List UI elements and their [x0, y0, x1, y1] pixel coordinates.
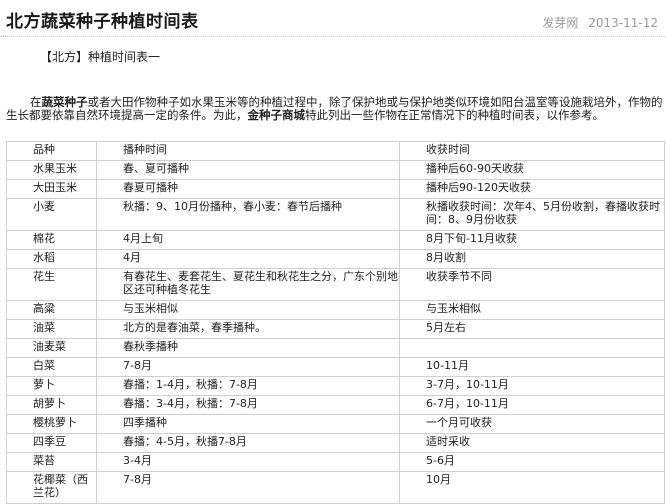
cell-variety: 菜苔	[6, 452, 97, 472]
article-meta: 发芽网 2013-11-12	[542, 14, 658, 31]
cell-variety: 白菜	[6, 357, 97, 377]
table-row: 四季豆 春播：4-5月，秋播7-8月 适时采收	[6, 433, 665, 453]
cell-harvest-time: 8月下旬-11月收获	[399, 230, 665, 250]
cell-harvest-time: 与玉米相似	[399, 300, 665, 320]
cell-harvest-time: 一个月可收获	[399, 414, 665, 434]
intro-highlight-seeds: 蔬菜种子	[41, 94, 88, 109]
cell-sowing-time: 秋播：9、10月份播种，春小麦：春节后播种	[96, 198, 400, 231]
cell-sowing-time: 7-8月	[96, 471, 400, 504]
cell-harvest-time: 5月左右	[399, 319, 665, 339]
cell-variety: 水稻	[6, 249, 97, 269]
cell-sowing-time: 春播：3-4月，秋播：7-8月	[96, 395, 400, 415]
cell-variety: 棉花	[6, 230, 97, 250]
cell-sowing-time: 春、夏可播种	[96, 160, 400, 180]
table-row: 花椰菜（西兰花） 7-8月 10月	[6, 471, 665, 504]
cell-variety: 大田玉米	[6, 179, 97, 199]
cell-sowing-time: 4月	[96, 249, 400, 269]
intro-highlight-shop: 金种子商城	[247, 107, 306, 122]
cell-harvest-time: 3-7月，10-11月	[399, 376, 665, 396]
intro-text-3: 特此列出一些作物在正常情况下的种植时间表，以作参考。	[305, 107, 604, 122]
cell-sowing-time: 春播：4-5月，秋播7-8月	[96, 433, 400, 453]
cell-harvest-time: 播种后90-120天收获	[399, 179, 665, 199]
planting-schedule-table: 品种 播种时间 收获时间 水果玉米 春、夏可播种 播种后60-90天收获 大田玉米 春夏…	[6, 141, 665, 504]
cell-sowing-time: 7-8月	[96, 357, 400, 377]
section-subheading: 【北方】种植时间表一	[40, 50, 161, 64]
cell-harvest-time: 10-11月	[399, 357, 665, 377]
cell-variety: 高粱	[6, 300, 97, 320]
cell-variety: 花生	[6, 268, 97, 301]
intro-text-1: 在	[30, 94, 42, 109]
cell-sowing-time: 春秋季播种	[96, 338, 400, 358]
cell-sowing-time: 四季播种	[96, 414, 400, 434]
table-row: 棉花 4月上旬 8月下旬-11月收获	[6, 230, 665, 250]
table-row: 小麦 秋播：9、10月份播种，春小麦：春节后播种 秋播收获时间：次年4、5月份收割，…	[6, 198, 665, 231]
title-divider	[0, 36, 666, 37]
article-title: 北方蔬菜种子种植时间表	[6, 12, 199, 32]
header-variety: 品种	[6, 141, 97, 161]
cell-variety: 胡萝卜	[6, 395, 97, 415]
table-row: 油菜 北方的是春油菜，春季播种。 5月左右	[6, 319, 665, 339]
cell-variety: 四季豆	[6, 433, 97, 453]
table-row: 水果玉米 春、夏可播种 播种后60-90天收获	[6, 160, 665, 180]
cell-sowing-time: 北方的是春油菜，春季播种。	[96, 319, 400, 339]
table-header-row: 品种 播种时间 收获时间	[6, 141, 665, 161]
cell-sowing-time: 有春花生、麦套花生、夏花生和秋花生之分，广东个别地区还可种植冬花生	[96, 268, 400, 301]
table-row: 花生 有春花生、麦套花生、夏花生和秋花生之分，广东个别地区还可种植冬花生 收获季节不…	[6, 268, 665, 301]
cell-variety: 花椰菜（西兰花）	[6, 471, 97, 504]
cell-harvest-time: 播种后60-90天收获	[399, 160, 665, 180]
article-source[interactable]: 发芽网	[542, 16, 578, 30]
cell-variety: 油菜	[6, 319, 97, 339]
cell-variety: 樱桃萝卜	[6, 414, 97, 434]
cell-sowing-time: 春夏可播种	[96, 179, 400, 199]
table-row: 樱桃萝卜 四季播种 一个月可收获	[6, 414, 665, 434]
cell-harvest-time: 适时采收	[399, 433, 665, 453]
table-row: 菜苔 3-4月 5-6月	[6, 452, 665, 472]
table-row: 白菜 7-8月 10-11月	[6, 357, 665, 377]
table-row: 油麦菜 春秋季播种	[6, 338, 665, 358]
table-row: 高粱 与玉米相似 与玉米相似	[6, 300, 665, 320]
cell-harvest-time: 8月收割	[399, 249, 665, 269]
cell-harvest-time: 10月	[399, 471, 665, 504]
intro-paragraph: 在蔬菜种子或者大田作物种子如水果玉米等的种植过程中，除了保护地或与保护地类似环境…	[6, 94, 664, 122]
cell-harvest-time: 秋播收获时间：次年4、5月份收割，春播收获时间：8、9月份收获	[399, 198, 665, 231]
table-body: 水果玉米 春、夏可播种 播种后60-90天收获 大田玉米 春夏可播种 播种后90-120天…	[6, 160, 665, 504]
cell-variety: 水果玉米	[6, 160, 97, 180]
table-row: 萝卜 春播：1-4月，秋播：7-8月 3-7月，10-11月	[6, 376, 665, 396]
cell-variety: 萝卜	[6, 376, 97, 396]
cell-sowing-time: 与玉米相似	[96, 300, 400, 320]
cell-harvest-time: 6-7月，10-11月	[399, 395, 665, 415]
cell-sowing-time: 春播：1-4月，秋播：7-8月	[96, 376, 400, 396]
cell-variety: 油麦菜	[6, 338, 97, 358]
cell-harvest-time: 5-6月	[399, 452, 665, 472]
table-row: 大田玉米 春夏可播种 播种后90-120天收获	[6, 179, 665, 199]
cell-harvest-time	[399, 338, 665, 358]
header-sowing-time: 播种时间	[96, 141, 400, 161]
cell-harvest-time: 收获季节不同	[399, 268, 665, 301]
table-row: 胡萝卜 春播：3-4月，秋播：7-8月 6-7月，10-11月	[6, 395, 665, 415]
cell-variety: 小麦	[6, 198, 97, 231]
header-harvest-time: 收获时间	[399, 141, 665, 161]
cell-sowing-time: 4月上旬	[96, 230, 400, 250]
table-row: 水稻 4月 8月收割	[6, 249, 665, 269]
cell-sowing-time: 3-4月	[96, 452, 400, 472]
article-date: 2013-11-12	[588, 16, 658, 30]
